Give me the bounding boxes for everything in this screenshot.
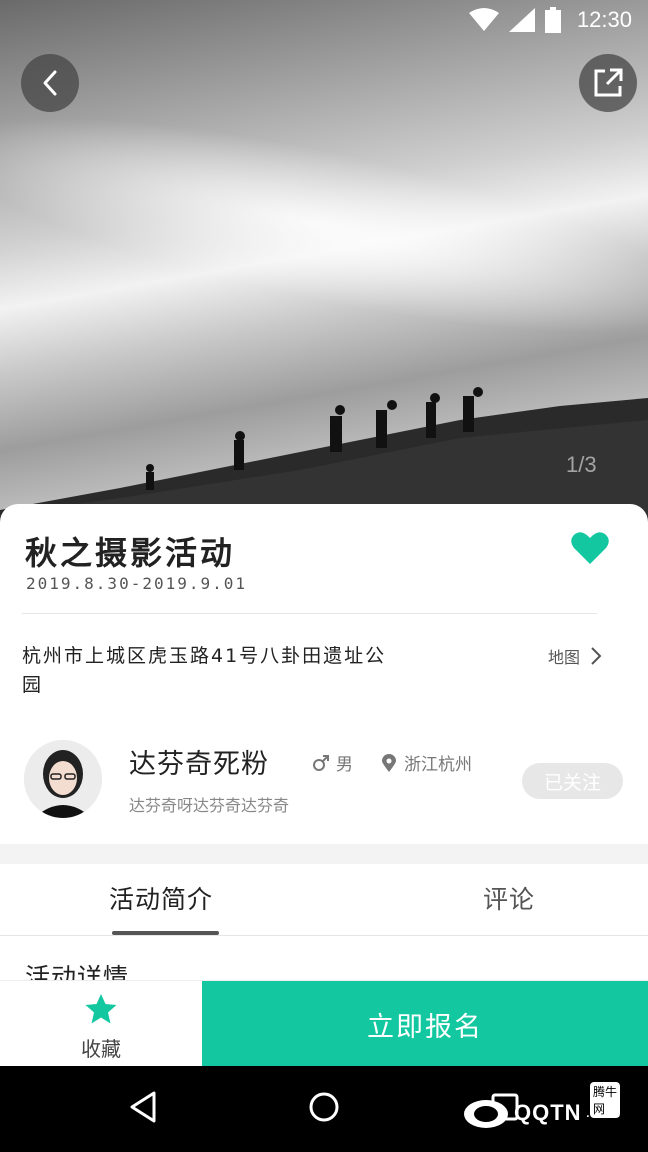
watermark-logo-icon <box>464 1100 508 1128</box>
organizer-name: 达芬奇死粉 <box>129 749 269 780</box>
divider <box>22 613 597 614</box>
signup-button[interactable]: 立即报名 <box>202 981 648 1067</box>
organizer-bio: 达芬奇呀达芬奇达芬奇 <box>129 796 290 815</box>
avatar[interactable] <box>24 740 102 818</box>
section-heading: 活动详情 <box>25 963 130 980</box>
avatar-portrait <box>24 740 102 818</box>
event-address: 杭州市上城区虎玉路41号八卦田遗址公园 <box>22 645 387 696</box>
follow-button[interactable]: 已关注 <box>522 763 623 799</box>
tab-activity-intro[interactable]: 活动简介 <box>109 880 213 916</box>
battery-icon <box>544 7 561 33</box>
bottom-action-bar: 收藏 立即报名 <box>0 980 648 1067</box>
event-info-card: 秋之摄影活动 2019.8.30-2019.9.01 杭州市上城区虎玉路41号八… <box>0 504 648 844</box>
chevron-left-icon <box>43 70 57 96</box>
watermark-text: QQTN <box>514 1100 582 1125</box>
organizer-gender: 男 <box>312 750 353 775</box>
share-icon <box>594 68 623 97</box>
hero-image: 12:30 1/3 <box>0 0 648 530</box>
male-icon <box>313 754 329 771</box>
favorite-button[interactable]: 收藏 <box>0 981 202 1067</box>
section-separator <box>0 844 648 864</box>
status-bar: 12:30 <box>0 0 648 40</box>
active-tab-indicator <box>112 931 219 935</box>
signal-icon <box>508 8 535 32</box>
organizer-location: 浙江杭州 <box>382 750 472 775</box>
location-pin-icon <box>382 753 396 772</box>
map-link[interactable]: 地图 <box>548 644 602 668</box>
tab-comments[interactable]: 评论 <box>483 880 535 916</box>
wifi-icon <box>468 8 499 31</box>
location-label: 浙江杭州 <box>404 755 472 775</box>
tab-bar: 活动简介 评论 <box>0 864 648 936</box>
event-date: 2019.8.30-2019.9.01 <box>26 574 248 593</box>
share-button[interactable] <box>579 54 637 112</box>
event-title: 秋之摄影活动 <box>25 534 236 572</box>
back-button[interactable] <box>21 54 79 112</box>
nav-home-icon[interactable] <box>308 1090 340 1124</box>
watermark-badge: 腾牛网 <box>590 1082 621 1118</box>
watermark: QQTN .com 腾牛网 <box>462 1082 621 1130</box>
hero-landscape <box>0 387 648 530</box>
nav-back-icon[interactable] <box>128 1090 158 1124</box>
chevron-right-icon <box>591 647 602 665</box>
map-link-label: 地图 <box>548 648 581 667</box>
gender-label: 男 <box>336 755 353 775</box>
star-icon <box>85 994 117 1024</box>
heart-icon[interactable] <box>570 530 610 566</box>
image-page-indicator: 1/3 <box>566 452 597 477</box>
favorite-label: 收藏 <box>81 1037 121 1061</box>
status-time: 12:30 <box>576 7 632 32</box>
